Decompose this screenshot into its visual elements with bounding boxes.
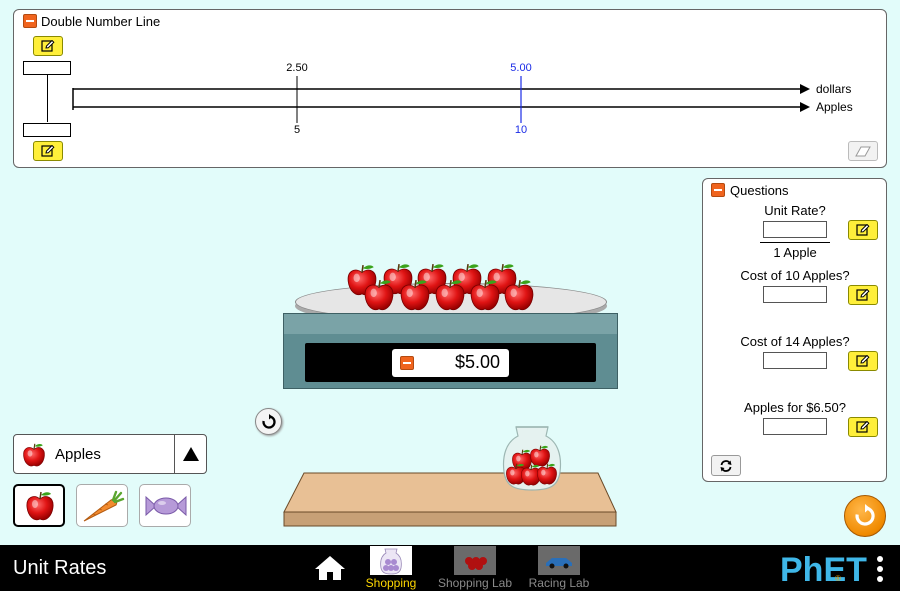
edit-cost-14-button[interactable] xyxy=(848,351,878,371)
scale-apples xyxy=(347,263,534,311)
edit-icon xyxy=(856,289,870,301)
scale-top-bevel xyxy=(284,314,617,334)
candy-icon xyxy=(145,495,187,517)
phet-logo: PhET ® xyxy=(780,550,872,589)
edit-apples-for-650-button[interactable] xyxy=(848,417,878,437)
collapse-price-button[interactable] xyxy=(400,356,414,370)
svg-text:PhET: PhET xyxy=(780,551,867,586)
question-cost-10-label: Cost of 10 Apples? xyxy=(740,268,850,283)
shopping-lab-tab-thumbnail xyxy=(454,546,496,575)
apples-thumbnail-icon xyxy=(465,557,487,570)
phet-logo-image: PhET ® xyxy=(780,551,867,589)
selected-item-label: Apples xyxy=(55,446,101,463)
item-option-apple[interactable] xyxy=(13,484,65,527)
price-readout: $5.00 xyxy=(392,349,509,377)
question-cost-14-label: Cost of 14 Apples? xyxy=(740,334,850,349)
questions-title: Questions xyxy=(730,183,789,198)
unit-rate-input[interactable] xyxy=(763,221,827,238)
more-vertical-icon xyxy=(877,556,883,582)
marker-top-value-2: 5.00 xyxy=(510,62,532,74)
reset-scale-button[interactable] xyxy=(255,408,282,435)
question-unit-rate-label: Unit Rate? xyxy=(764,203,826,218)
app-title: Unit Rates xyxy=(13,557,107,579)
edit-cost-10-button[interactable] xyxy=(848,285,878,305)
edit-unit-rate-button[interactable] xyxy=(848,220,878,240)
refresh-icon xyxy=(720,459,732,472)
unit-rate-denominator: 1 Apple xyxy=(773,245,817,260)
tab-shopping[interactable]: Shopping xyxy=(366,545,416,591)
apples-for-650-input[interactable] xyxy=(763,418,827,435)
marker-bottom-value-2: 10 xyxy=(514,124,528,136)
item-option-candy[interactable] xyxy=(139,484,191,527)
marker-top-value-1: 2.50 xyxy=(286,62,308,74)
bottom-axis-label: Apples xyxy=(816,100,853,114)
racing-lab-tab-thumbnail xyxy=(538,546,580,575)
edit-icon xyxy=(856,421,870,433)
tab-shopping-lab[interactable]: Shopping Lab xyxy=(437,545,513,591)
home-icon xyxy=(315,556,345,580)
shopping-tab-thumbnail xyxy=(370,546,412,575)
edit-icon xyxy=(856,355,870,367)
top-axis-label: dollars xyxy=(816,82,852,96)
fraction-bar xyxy=(760,242,830,243)
collapse-questions-button[interactable] xyxy=(711,183,725,197)
triangle-up-icon xyxy=(183,447,199,461)
reset-all-button[interactable] xyxy=(844,495,886,537)
scale-display: $5.00 xyxy=(305,343,596,382)
tab-racing-lab[interactable]: Racing Lab xyxy=(524,545,594,591)
double-number-line xyxy=(72,76,810,123)
shelf xyxy=(283,472,617,527)
apple-icon xyxy=(22,443,46,467)
reset-icon xyxy=(261,413,276,429)
question-apples-for-650-label: Apples for $6.50? xyxy=(744,400,846,415)
apple-bag xyxy=(502,426,562,491)
home-button[interactable] xyxy=(314,555,346,581)
cost-14-input[interactable] xyxy=(763,352,827,369)
item-option-carrot[interactable] xyxy=(76,484,128,527)
candy-bag-icon xyxy=(380,548,402,575)
item-combo-box[interactable]: Apples xyxy=(13,434,207,474)
apple-icon xyxy=(26,491,54,521)
tab-racing-lab-label: Racing Lab xyxy=(528,576,590,590)
svg-text:®: ® xyxy=(835,574,841,583)
tab-shopping-lab-label: Shopping Lab xyxy=(437,576,513,590)
navigation-bar: Unit Rates Shopping Shopping Lab Racing … xyxy=(0,545,900,591)
cost-10-input[interactable] xyxy=(763,286,827,303)
questions-panel: Questions Unit Rate? 1 Apple Cost of 10 … xyxy=(702,178,887,482)
eraser-button[interactable] xyxy=(848,141,878,161)
race-car-icon xyxy=(546,558,572,569)
carrot-icon xyxy=(83,490,125,522)
scale-body: $5.00 xyxy=(283,313,618,389)
price-value: $5.00 xyxy=(454,352,500,372)
combo-divider xyxy=(174,435,175,473)
eraser-icon xyxy=(855,146,871,157)
tab-shopping-label: Shopping xyxy=(365,576,417,590)
double-number-line-panel: Double Number Line 2.50 5 5.00 10 dollar… xyxy=(13,9,887,168)
marker-bottom-value-1: 5 xyxy=(293,124,301,136)
reset-all-icon xyxy=(855,504,875,526)
refresh-questions-button[interactable] xyxy=(711,455,741,476)
phet-menu-button[interactable] xyxy=(874,554,886,584)
edit-icon xyxy=(856,224,870,236)
